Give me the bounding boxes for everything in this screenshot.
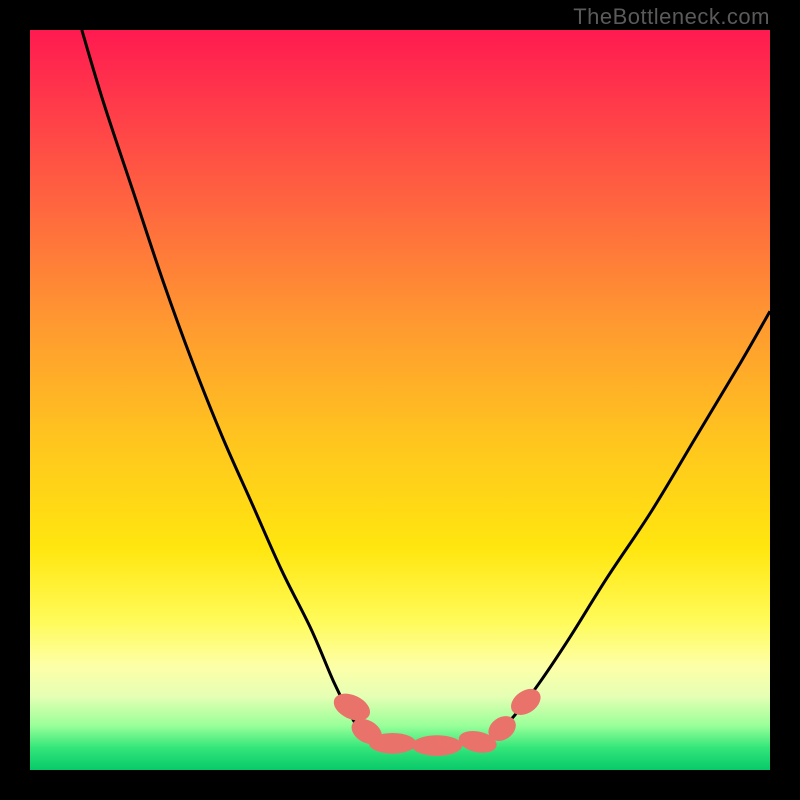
valley-marker	[506, 683, 545, 720]
bottleneck-curve	[82, 30, 770, 746]
chart-frame: TheBottleneck.com	[0, 0, 800, 800]
plot-area	[30, 30, 770, 770]
valley-marker	[412, 735, 462, 756]
marker-group	[329, 683, 545, 756]
watermark-text: TheBottleneck.com	[573, 4, 770, 30]
curve-group	[82, 30, 770, 746]
valley-marker	[369, 733, 416, 754]
chart-svg	[30, 30, 770, 770]
